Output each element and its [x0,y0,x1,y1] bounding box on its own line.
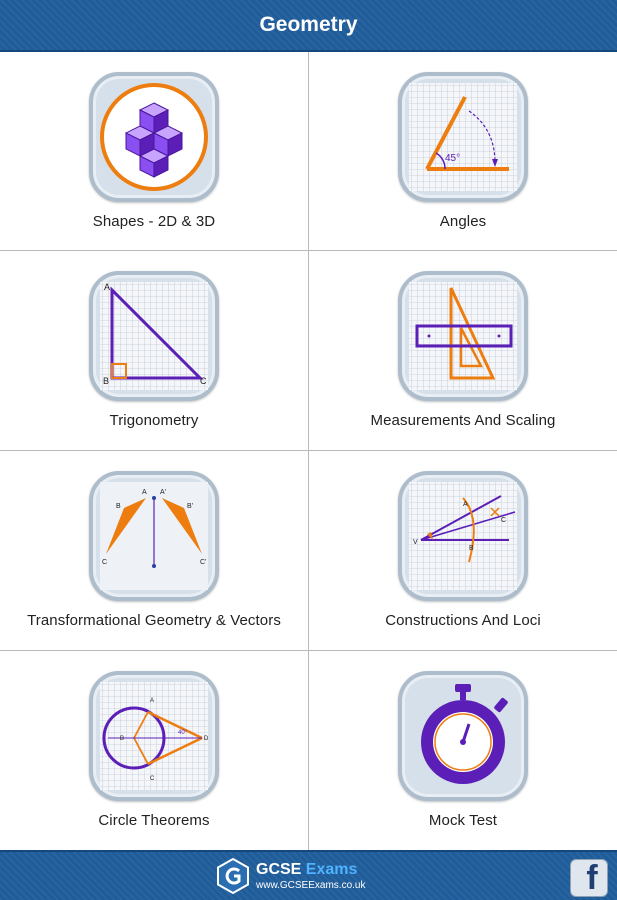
tile-label: Circle Theorems [98,812,210,829]
right-triangle-icon: A B C [89,271,219,401]
app-header: Geometry [0,0,617,52]
vertex-label: B [116,503,121,510]
stopwatch-icon [398,671,528,801]
tile-circle-theorems[interactable]: A B C D 40° Circle Theorems [0,651,309,850]
vertex-label: C [150,776,155,782]
facebook-button[interactable]: f [570,859,608,897]
vertex-label: C [200,376,207,386]
vertex-label: B [469,545,474,552]
vertex-label: A [142,489,147,496]
reflection-icon: A B C A' B' C' [89,471,219,601]
tile-label: Transformational Geometry & Vectors [27,612,281,629]
angle-label: 40° [178,730,188,736]
vertex-label: D [204,736,209,742]
gcse-logo-icon [217,858,249,894]
vertex-label: A' [160,489,166,496]
ruler-set-square-icon [398,271,528,401]
vertex-label: A [150,698,154,704]
brand-link[interactable]: GCSE Exams www.GCSEExams.co.uk [216,856,406,896]
tile-label: Constructions And Loci [385,612,541,629]
vertex-label: C [102,559,107,566]
vertex-label: B [120,736,124,742]
brand-name: GCSE Exams [256,860,365,878]
vertex-label: C [501,517,506,524]
page-title: Geometry [259,13,358,36]
brand-name-part: GCSE [256,860,302,878]
brand-name-part: Exams [305,860,358,878]
facebook-icon: f [586,859,598,897]
tile-mock-test[interactable]: Mock Test [309,651,617,850]
app-footer: GCSE Exams www.GCSEExams.co.uk f [0,850,617,900]
brand-url: www.GCSEExams.co.uk [256,879,366,891]
tile-label: Shapes - 2D & 3D [92,213,216,230]
tile-trigonometry[interactable]: A B C Trigonometry [0,251,309,451]
vertex-label: A [104,282,110,292]
tile-angles[interactable]: 45° Angles [309,52,617,251]
vertex-label: B [103,376,109,386]
tile-label: Trigonometry [109,412,199,429]
tile-label: Angles [439,213,487,230]
vertex-label: C' [200,559,206,566]
vertex-label: B' [187,503,193,510]
tile-measurements-and-scaling[interactable]: Measurements And Scaling [309,251,617,451]
vertex-label: A [463,501,468,508]
tile-constructions-and-loci[interactable]: V A B C Constructions And Loci [309,451,617,651]
bisector-icon: V A B C [398,471,528,601]
topic-grid: Shapes - 2D & 3D 45° Angles A B C Trigon… [0,52,617,850]
tile-shapes-2d-3d[interactable]: Shapes - 2D & 3D [0,52,309,251]
tile-transformational-geometry[interactable]: A B C A' B' C' Transformational Geometry… [0,451,309,651]
tile-label: Mock Test [428,812,498,829]
tile-label: Measurements And Scaling [370,412,556,429]
circle-tangent-icon: A B C D 40° [89,671,219,801]
cubes-icon [89,72,219,202]
vertex-label: V [413,539,418,546]
angle-label: 45° [445,153,460,164]
angle-icon: 45° [398,72,528,202]
